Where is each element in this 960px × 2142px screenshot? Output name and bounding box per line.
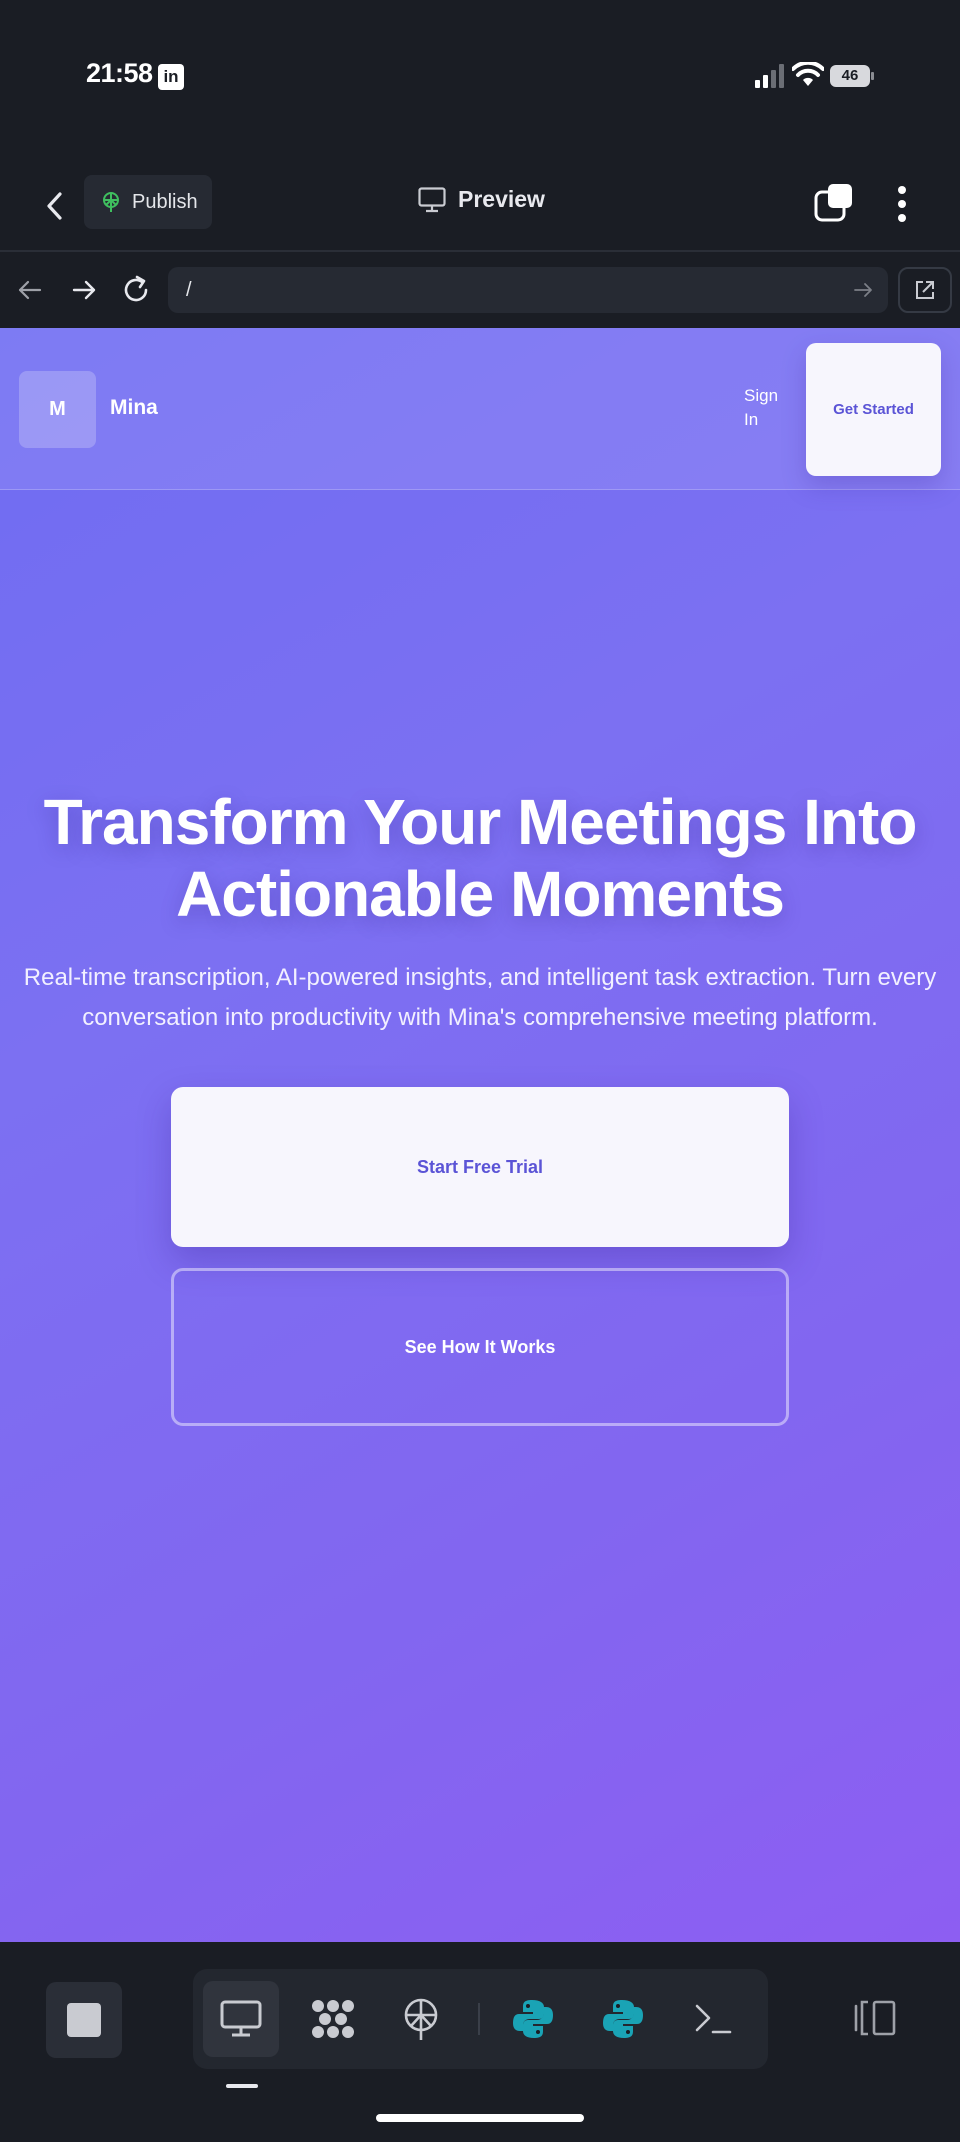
status-bar: 21:58 in 46: [0, 0, 960, 160]
publish-button[interactable]: Publish: [84, 175, 212, 229]
sign-in-line2: In: [744, 410, 759, 429]
panel-toggle-icon[interactable]: [852, 1998, 898, 2038]
hero-title: Transform Your Meetings Into Actionable …: [0, 786, 960, 930]
more-options-icon[interactable]: [888, 182, 916, 226]
stop-button[interactable]: [46, 1982, 122, 2058]
nav-back-arrow-icon[interactable]: [14, 274, 46, 306]
url-input[interactable]: /: [168, 267, 888, 313]
deployments-tool-button[interactable]: [383, 1981, 459, 2057]
see-how-it-works-button[interactable]: See How It Works: [171, 1268, 789, 1426]
hero-title-line2: Actionable Moments: [176, 858, 785, 930]
preview-label: Preview: [458, 186, 545, 212]
get-started-button[interactable]: Get Started: [806, 343, 941, 476]
nav-forward-arrow-icon[interactable]: [68, 274, 100, 306]
publish-icon: [103, 192, 119, 212]
preview-title: Preview: [418, 186, 545, 213]
active-tool-indicator: [226, 2084, 258, 2088]
tool-group: [193, 1969, 768, 2069]
home-indicator: [376, 2114, 584, 2122]
publish-icon: [404, 1998, 438, 2040]
bottom-toolbar: [0, 1942, 960, 2142]
site-navbar: M Mina Sign In Get Started: [0, 328, 960, 490]
battery-level: 46: [830, 65, 870, 87]
python-tool-button-2[interactable]: [585, 1981, 661, 2057]
sign-in-line1: Sign: [744, 386, 779, 405]
shell-tool-button[interactable]: [675, 1981, 751, 2057]
webview-tool-button[interactable]: [203, 1981, 279, 2057]
external-link-icon: [916, 281, 934, 299]
python-tool-button-1[interactable]: [495, 1981, 571, 2057]
sign-in-link[interactable]: Sign In: [744, 384, 800, 432]
site-brand-name[interactable]: Mina: [110, 396, 158, 420]
hero-title-line1: Transform Your Meetings Into: [43, 786, 918, 858]
reload-icon[interactable]: [120, 274, 152, 306]
wifi-icon: [792, 62, 824, 86]
python-icon: [513, 2000, 553, 2038]
ai-agent-tool-button[interactable]: [293, 1981, 369, 2057]
publish-label: Publish: [132, 190, 198, 213]
back-chevron-icon[interactable]: [38, 186, 74, 226]
stop-icon: [67, 2003, 101, 2037]
linkedin-icon: in: [158, 64, 184, 90]
open-external-button[interactable]: [898, 267, 952, 313]
cellular-signal-icon: [755, 64, 784, 88]
monitor-icon: [220, 2000, 262, 2037]
terminal-icon: [695, 2004, 732, 2034]
app-header: Publish Preview: [0, 160, 960, 250]
web-preview: M Mina Sign In Get Started Transform You…: [0, 328, 960, 1942]
site-logo[interactable]: M: [19, 371, 96, 448]
url-bar-row: /: [0, 252, 960, 328]
ai-agent-icon: [312, 2000, 354, 2038]
go-arrow-icon[interactable]: [852, 279, 874, 301]
monitor-icon: [418, 186, 446, 212]
status-time: 21:58: [86, 58, 153, 88]
start-free-trial-button[interactable]: Start Free Trial: [171, 1087, 789, 1247]
tabs-icon[interactable]: [814, 182, 856, 224]
battery-icon: 46: [830, 65, 874, 87]
hero-subtitle: Real-time transcription, AI-powered insi…: [23, 964, 937, 1031]
tool-divider: [478, 2003, 480, 2035]
url-text: /: [186, 279, 192, 301]
python-icon: [603, 2000, 643, 2038]
